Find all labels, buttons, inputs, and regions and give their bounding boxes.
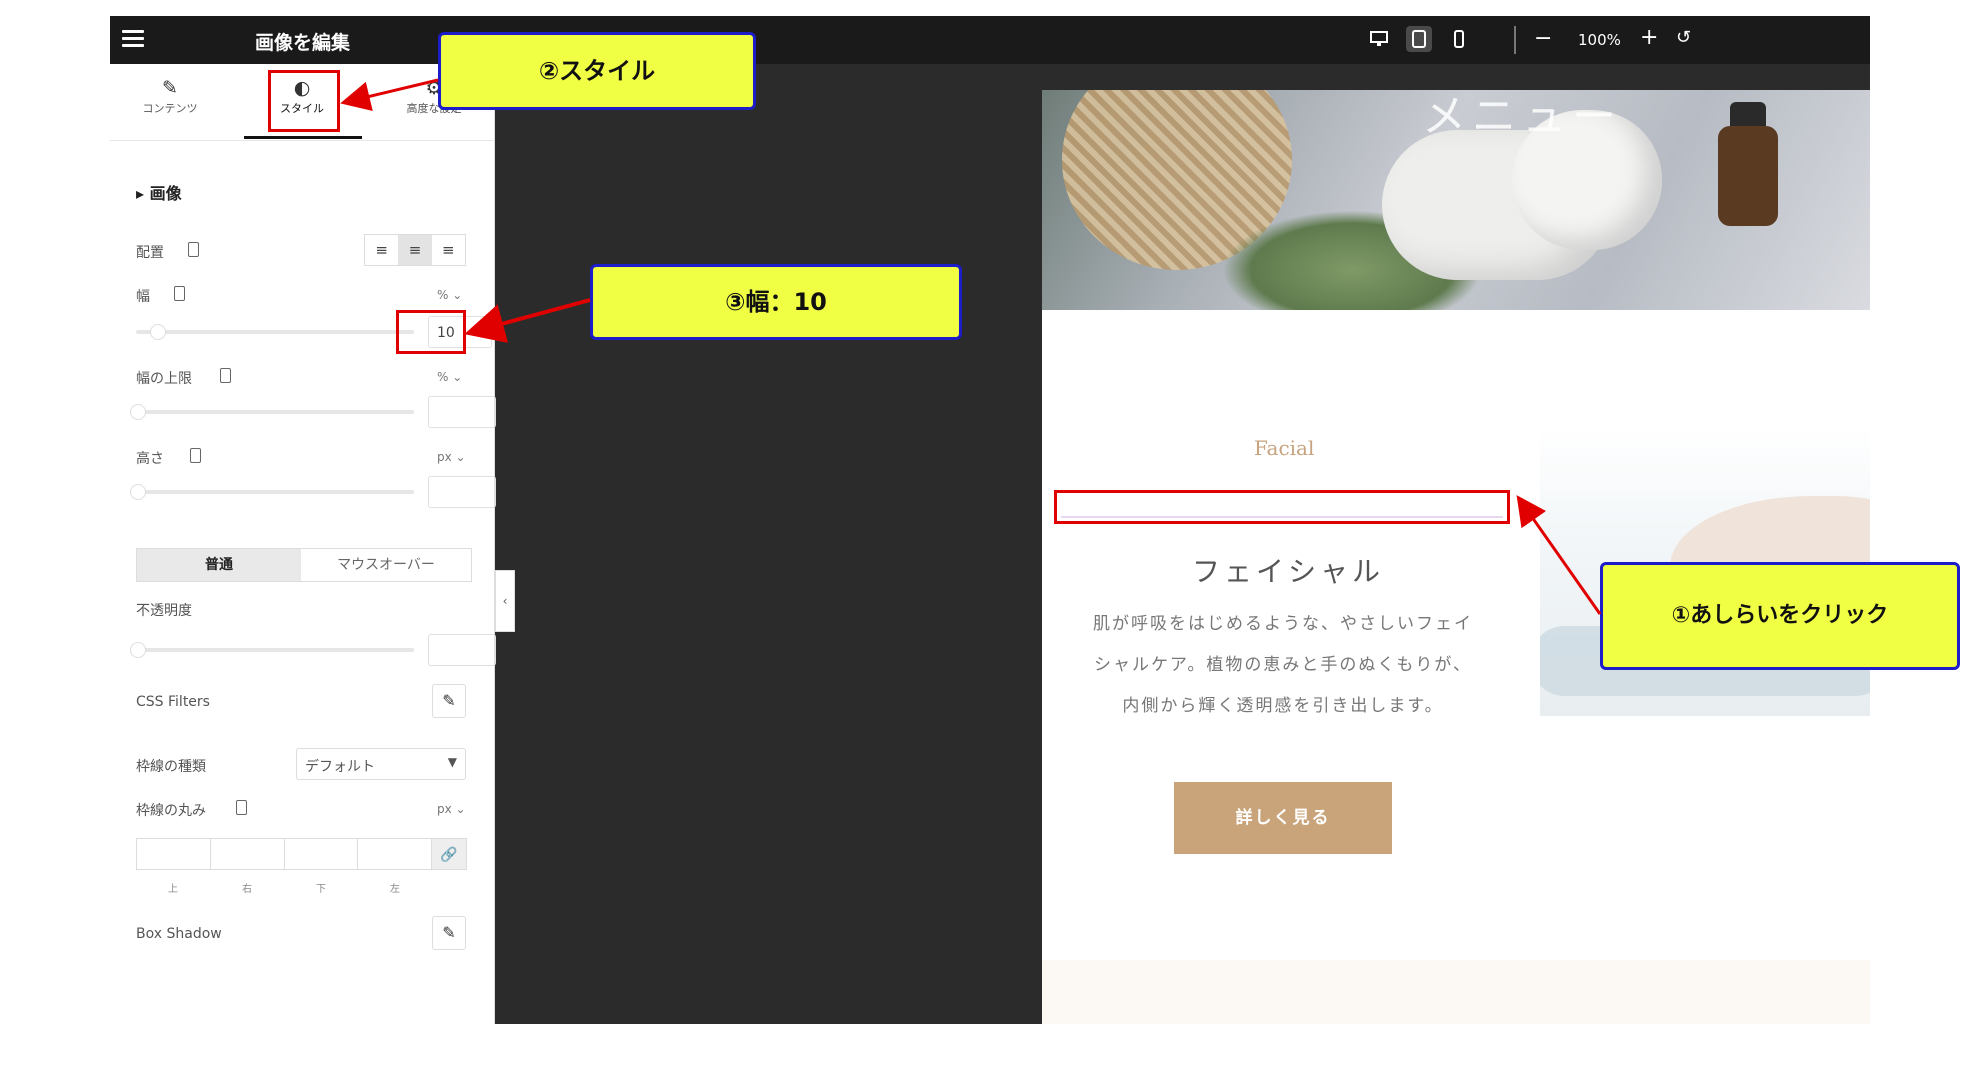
- arrow-to-width-input: [464, 298, 591, 343]
- arrow-to-style-tab: [340, 78, 439, 112]
- arrow-to-decoration: [1516, 495, 1602, 615]
- annotation-arrows: [340, 78, 1602, 615]
